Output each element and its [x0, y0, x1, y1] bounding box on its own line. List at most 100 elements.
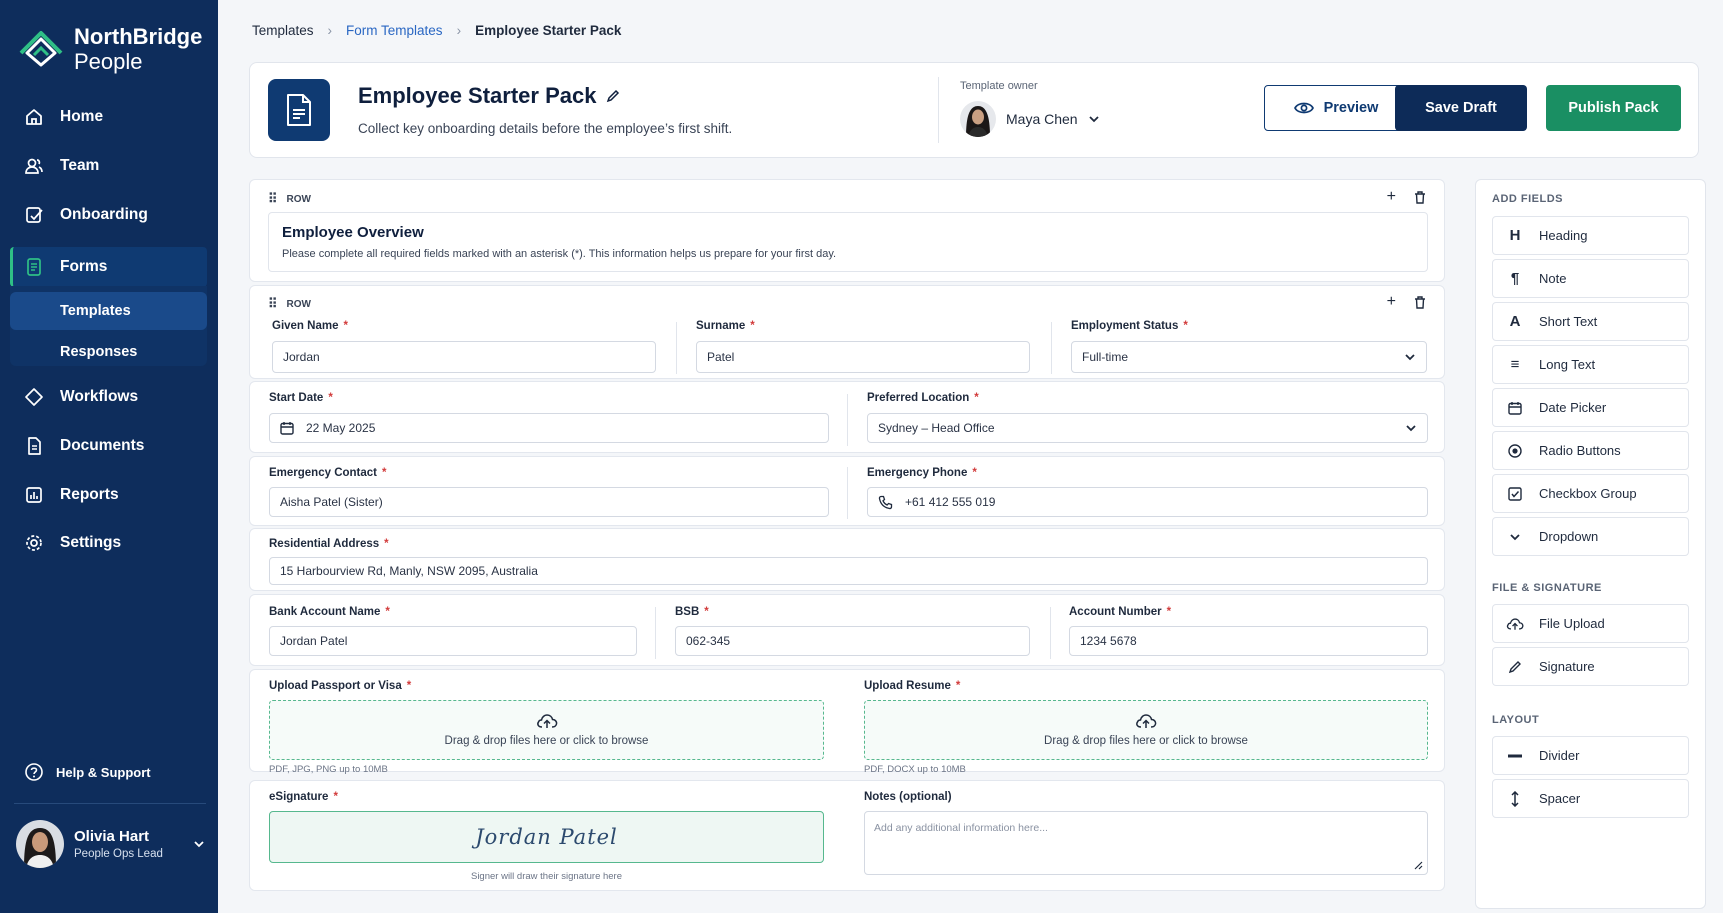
- field-divider: [1050, 607, 1051, 659]
- chevron-down-icon: [1405, 354, 1415, 361]
- notes-label: Notes (optional): [864, 791, 952, 803]
- resize-handle-icon[interactable]: [1413, 860, 1423, 870]
- sidebar-item-reports[interactable]: Reports: [10, 475, 207, 515]
- preview-button[interactable]: Preview: [1264, 85, 1408, 131]
- sidebar-item-forms[interactable]: Forms: [10, 247, 207, 287]
- owner-label: Template owner: [960, 80, 1038, 92]
- save-draft-button[interactable]: Save Draft: [1395, 85, 1527, 131]
- documents-icon: [28, 437, 41, 455]
- breadcrumb-current: Employee Starter Pack: [475, 23, 622, 38]
- surname-input[interactable]: Patel: [696, 341, 1030, 373]
- add-field-label: Divider: [1539, 748, 1580, 763]
- employment-status-select[interactable]: Full-time: [1071, 341, 1427, 373]
- sidebar-item-team[interactable]: Team: [10, 146, 207, 186]
- checkbox-icon: [1505, 486, 1525, 501]
- form-row[interactable]: Start Date * 22 May 2025 Preferred Locati…: [249, 381, 1445, 453]
- add-field-label: Signature: [1539, 659, 1595, 674]
- add-field-date-picker[interactable]: Date Picker: [1492, 388, 1689, 427]
- sidebar-item-documents[interactable]: Documents: [10, 426, 207, 466]
- preferred-location-select[interactable]: Sydney – Head Office: [867, 413, 1428, 443]
- breadcrumb: Templates › Form Templates › Employee St…: [252, 23, 621, 38]
- team-icon: [25, 158, 43, 174]
- panel-section-title: FILE & SIGNATURE: [1492, 582, 1602, 594]
- long-text-icon: ≡: [1510, 356, 1520, 373]
- help-support-link[interactable]: Help & Support: [24, 762, 151, 782]
- form-row[interactable]: Bank Account Name * Jordan Patel BSB * 062…: [249, 594, 1445, 666]
- brand-logo[interactable]: NorthBridge People: [18, 24, 202, 74]
- add-field-spacer[interactable]: Spacer: [1492, 779, 1689, 818]
- add-field-dropdown[interactable]: Dropdown: [1492, 517, 1689, 556]
- drag-handle-icon[interactable]: ⠿: [268, 191, 277, 207]
- form-row[interactable]: ⠿ ROW + Given Name * Jordan Surname * Pate…: [249, 285, 1445, 379]
- add-field-checkbox-group[interactable]: Checkbox Group: [1492, 474, 1689, 513]
- account-number-input[interactable]: 1234 5678: [1069, 626, 1428, 656]
- brand-name: NorthBridge: [74, 24, 203, 49]
- sidebar-item-home[interactable]: Home: [10, 97, 207, 137]
- add-field-divider[interactable]: Divider: [1492, 736, 1689, 775]
- add-field-long-text[interactable]: ≡ Long Text: [1492, 345, 1689, 384]
- panel-section-title: ADD FIELDS: [1492, 193, 1563, 205]
- form-row[interactable]: ⠿ ROW + Employee Overview Please complet…: [249, 179, 1445, 282]
- given-name-input[interactable]: Jordan: [272, 341, 656, 373]
- help-icon: [25, 763, 43, 781]
- overview-title: Employee Overview: [282, 224, 424, 241]
- field-divider: [847, 394, 848, 446]
- emergency-phone-input[interactable]: +61 412 555 019: [867, 487, 1428, 517]
- drag-handle-icon[interactable]: ⠿: [268, 296, 277, 312]
- signature-pad[interactable]: Jordan Patel: [269, 811, 824, 863]
- add-field-note[interactable]: ¶ Note: [1492, 259, 1689, 298]
- notes-textarea[interactable]: Add any additional information here...: [864, 811, 1428, 875]
- add-icon[interactable]: +: [1387, 293, 1396, 311]
- breadcrumb-templates[interactable]: Templates: [252, 23, 314, 38]
- esignature-label: eSignature *: [269, 791, 338, 803]
- passport-hint: PDF, JPG, PNG up to 10MB: [269, 764, 388, 775]
- add-field-signature[interactable]: Signature: [1492, 647, 1689, 686]
- sidebar-item-onboarding[interactable]: Onboarding: [10, 195, 207, 235]
- form-canvas: ⠿ ROW + Employee Overview Please complet…: [249, 178, 1445, 911]
- add-field-file-upload[interactable]: File Upload: [1492, 604, 1689, 643]
- account-number-label: Account Number *: [1069, 606, 1172, 618]
- form-row[interactable]: Upload Passport or Visa * Drag & drop fil…: [249, 669, 1445, 775]
- add-field-label: Long Text: [1539, 357, 1596, 372]
- add-field-label: File Upload: [1539, 616, 1605, 631]
- form-row[interactable]: Residential Address * 15 Harbourview Rd, …: [249, 528, 1445, 591]
- upload-resume-label: Upload Resume *: [864, 680, 961, 692]
- trash-icon[interactable]: [1414, 190, 1426, 204]
- workflows-icon: [25, 388, 43, 406]
- bsb-input[interactable]: 062-345: [675, 626, 1030, 656]
- start-date-input[interactable]: 22 May 2025: [269, 413, 829, 443]
- template-icon: [268, 79, 330, 141]
- publish-button[interactable]: Publish Pack: [1546, 85, 1681, 131]
- add-field-heading[interactable]: H Heading: [1492, 216, 1689, 255]
- sidebar-item-settings[interactable]: Settings: [10, 523, 207, 563]
- sidebar-subitem-responses[interactable]: Responses: [10, 333, 207, 371]
- phone-icon: [878, 495, 893, 509]
- form-row[interactable]: Emergency Contact * Aisha Patel (Sister) …: [249, 456, 1445, 526]
- overview-block[interactable]: Employee Overview Please complete all re…: [268, 212, 1428, 272]
- sidebar-item-label: Onboarding: [60, 206, 148, 223]
- chevron-down-icon[interactable]: [192, 837, 206, 851]
- owner-select[interactable]: Maya Chen: [960, 101, 1100, 137]
- sidebar-subitem-templates[interactable]: Templates: [10, 292, 207, 330]
- resume-dropzone[interactable]: Drag & drop files here or click to brows…: [864, 700, 1428, 760]
- spacer-icon: [1505, 790, 1525, 807]
- edit-pencil-icon[interactable]: [606, 89, 620, 103]
- emergency-contact-input[interactable]: Aisha Patel (Sister): [269, 487, 829, 517]
- sidebar-item-workflows[interactable]: Workflows: [10, 377, 207, 417]
- sidebar-item-label: Workflows: [60, 388, 139, 405]
- residential-address-input[interactable]: 15 Harbourview Rd, Manly, NSW 2095, Aust…: [269, 557, 1428, 585]
- user-profile[interactable]: Olivia Hart People Ops Lead: [16, 820, 206, 868]
- add-field-radio-buttons[interactable]: Radio Buttons: [1492, 431, 1689, 470]
- breadcrumb-form-templates[interactable]: Form Templates: [346, 23, 443, 38]
- passport-dropzone[interactable]: Drag & drop files here or click to brows…: [269, 700, 824, 760]
- add-icon[interactable]: +: [1387, 188, 1396, 206]
- brand-subname: People: [74, 49, 143, 74]
- bank-account-name-input[interactable]: Jordan Patel: [269, 626, 637, 656]
- trash-icon[interactable]: [1414, 295, 1426, 309]
- sidebar-divider: [14, 803, 206, 804]
- save-draft-label: Save Draft: [1425, 100, 1497, 116]
- form-row[interactable]: eSignature * Jordan Patel Signer will dra…: [249, 780, 1445, 891]
- add-field-short-text[interactable]: A Short Text: [1492, 302, 1689, 341]
- row-label: ROW: [286, 298, 311, 310]
- add-field-label: Heading: [1539, 228, 1588, 243]
